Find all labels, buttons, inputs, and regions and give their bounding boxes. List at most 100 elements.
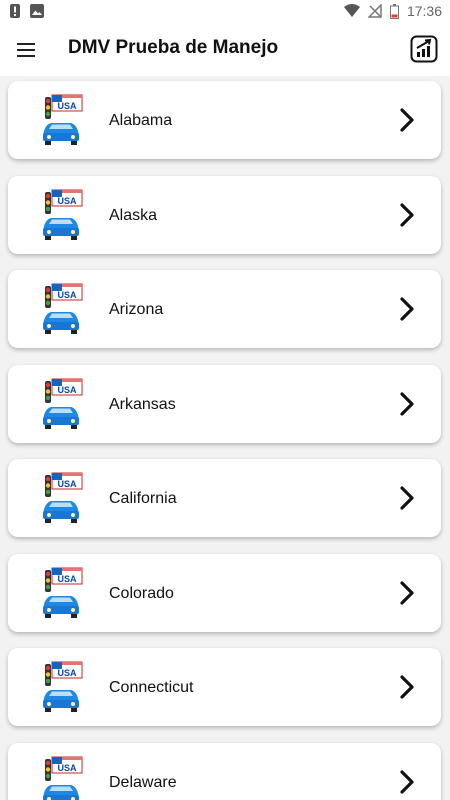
state-name: Delaware <box>109 774 177 791</box>
car-headlight <box>71 702 75 706</box>
chevron-right-icon[interactable] <box>397 484 419 512</box>
car-wheel <box>45 614 51 618</box>
state-item-arizona[interactable]: USA Arizona <box>8 270 441 348</box>
logo-text: USA <box>57 668 77 678</box>
traffic-light-green <box>45 395 51 401</box>
state-item-connecticut[interactable]: USA Connecticut <box>8 648 441 726</box>
car-headlight <box>71 135 75 139</box>
state-item-alabama[interactable]: USA Alabama <box>8 81 441 159</box>
state-item-delaware[interactable]: USA Delaware <box>8 743 441 800</box>
traffic-light-yellow <box>45 200 51 205</box>
car-wheel <box>71 330 77 334</box>
image-icon <box>30 4 44 18</box>
traffic-light-red <box>45 476 51 482</box>
traffic-light-green <box>45 489 51 495</box>
traffic-light-red <box>45 382 51 388</box>
state-name: Connecticut <box>109 679 194 696</box>
traffic-light-yellow <box>45 294 51 299</box>
traffic-light-red <box>45 571 51 577</box>
car-wheel <box>71 519 77 523</box>
usa-car-logo: USA <box>43 189 83 240</box>
logo-text: USA <box>57 763 77 773</box>
traffic-light-red <box>45 665 51 671</box>
traffic-light-green <box>45 773 51 779</box>
car-headlight <box>47 135 51 139</box>
usa-car-logo: USA <box>43 756 83 800</box>
car-windshield <box>49 219 73 224</box>
traffic-light-yellow <box>45 483 51 488</box>
car-wheel <box>71 708 77 712</box>
car-wheel <box>45 519 51 523</box>
car-windshield <box>49 597 73 602</box>
state-name: Arkansas <box>109 396 176 413</box>
usa-car-logo: USA <box>43 661 83 712</box>
chevron-right-icon[interactable] <box>397 390 419 418</box>
car-wheel <box>45 141 51 145</box>
state-name: California <box>109 490 177 507</box>
traffic-light-red <box>45 98 51 104</box>
traffic-light-yellow <box>45 578 51 583</box>
traffic-light-yellow <box>45 389 51 394</box>
car-windshield <box>49 313 73 318</box>
car-headlight <box>71 324 75 328</box>
car-wheel <box>45 330 51 334</box>
states-list: USA Alabama USA Alaska USA Arizona USA A… <box>0 76 450 800</box>
car-wheel <box>71 425 77 429</box>
car-wheel <box>45 708 51 712</box>
usa-car-logo: USA <box>43 378 83 429</box>
car-wheel <box>45 425 51 429</box>
traffic-light-green <box>45 584 51 590</box>
car-headlight <box>47 513 51 517</box>
state-item-arkansas[interactable]: USA Arkansas <box>8 365 441 443</box>
state-name: Arizona <box>109 301 164 318</box>
usa-car-logo: USA <box>43 567 83 618</box>
chevron-right-icon[interactable] <box>397 579 419 607</box>
traffic-light-green <box>45 300 51 306</box>
car-wheel <box>71 614 77 618</box>
state-name: Colorado <box>109 585 174 602</box>
car-wheel <box>71 141 77 145</box>
status-bar: 17:36 <box>0 0 450 24</box>
car-windshield <box>49 786 73 791</box>
chevron-right-icon[interactable] <box>397 201 419 229</box>
logo-text: USA <box>57 385 77 395</box>
traffic-light-yellow <box>45 767 51 772</box>
state-item-alaska[interactable]: USA Alaska <box>8 176 441 254</box>
traffic-light-green <box>45 111 51 117</box>
state-item-california[interactable]: USA California <box>8 459 441 537</box>
car-headlight <box>47 702 51 706</box>
menu-icon[interactable] <box>14 38 38 62</box>
car-headlight <box>47 230 51 234</box>
chevron-right-icon[interactable] <box>397 768 419 796</box>
car-windshield <box>49 408 73 413</box>
car-headlight <box>71 513 75 517</box>
car-headlight <box>47 608 51 612</box>
car-headlight <box>47 324 51 328</box>
car-windshield <box>49 502 73 507</box>
car-headlight <box>71 230 75 234</box>
logo-text: USA <box>57 479 77 489</box>
wifi-icon <box>343 4 360 17</box>
chevron-right-icon[interactable] <box>397 106 419 134</box>
state-name: Alaska <box>109 207 158 224</box>
app-bar: DMV Prueba de Manejo <box>0 24 450 76</box>
car-wheel <box>71 236 77 240</box>
state-name: Alabama <box>109 112 173 129</box>
car-headlight <box>71 608 75 612</box>
traffic-light-red <box>45 193 51 199</box>
page-title: DMV Prueba de Manejo <box>68 37 279 58</box>
chevron-right-icon[interactable] <box>397 295 419 323</box>
stats-icon[interactable] <box>410 35 438 63</box>
usa-car-logo: USA <box>43 472 83 523</box>
car-headlight <box>71 419 75 423</box>
traffic-light-green <box>45 206 51 212</box>
traffic-light-green <box>45 678 51 684</box>
battery-icon <box>389 3 399 19</box>
chevron-right-icon[interactable] <box>397 673 419 701</box>
state-item-colorado[interactable]: USA Colorado <box>8 554 441 632</box>
logo-text: USA <box>57 196 77 206</box>
status-time: 17:36 <box>406 3 442 19</box>
car-windshield <box>49 124 73 129</box>
traffic-light-red <box>45 287 51 293</box>
car-headlight <box>47 419 51 423</box>
